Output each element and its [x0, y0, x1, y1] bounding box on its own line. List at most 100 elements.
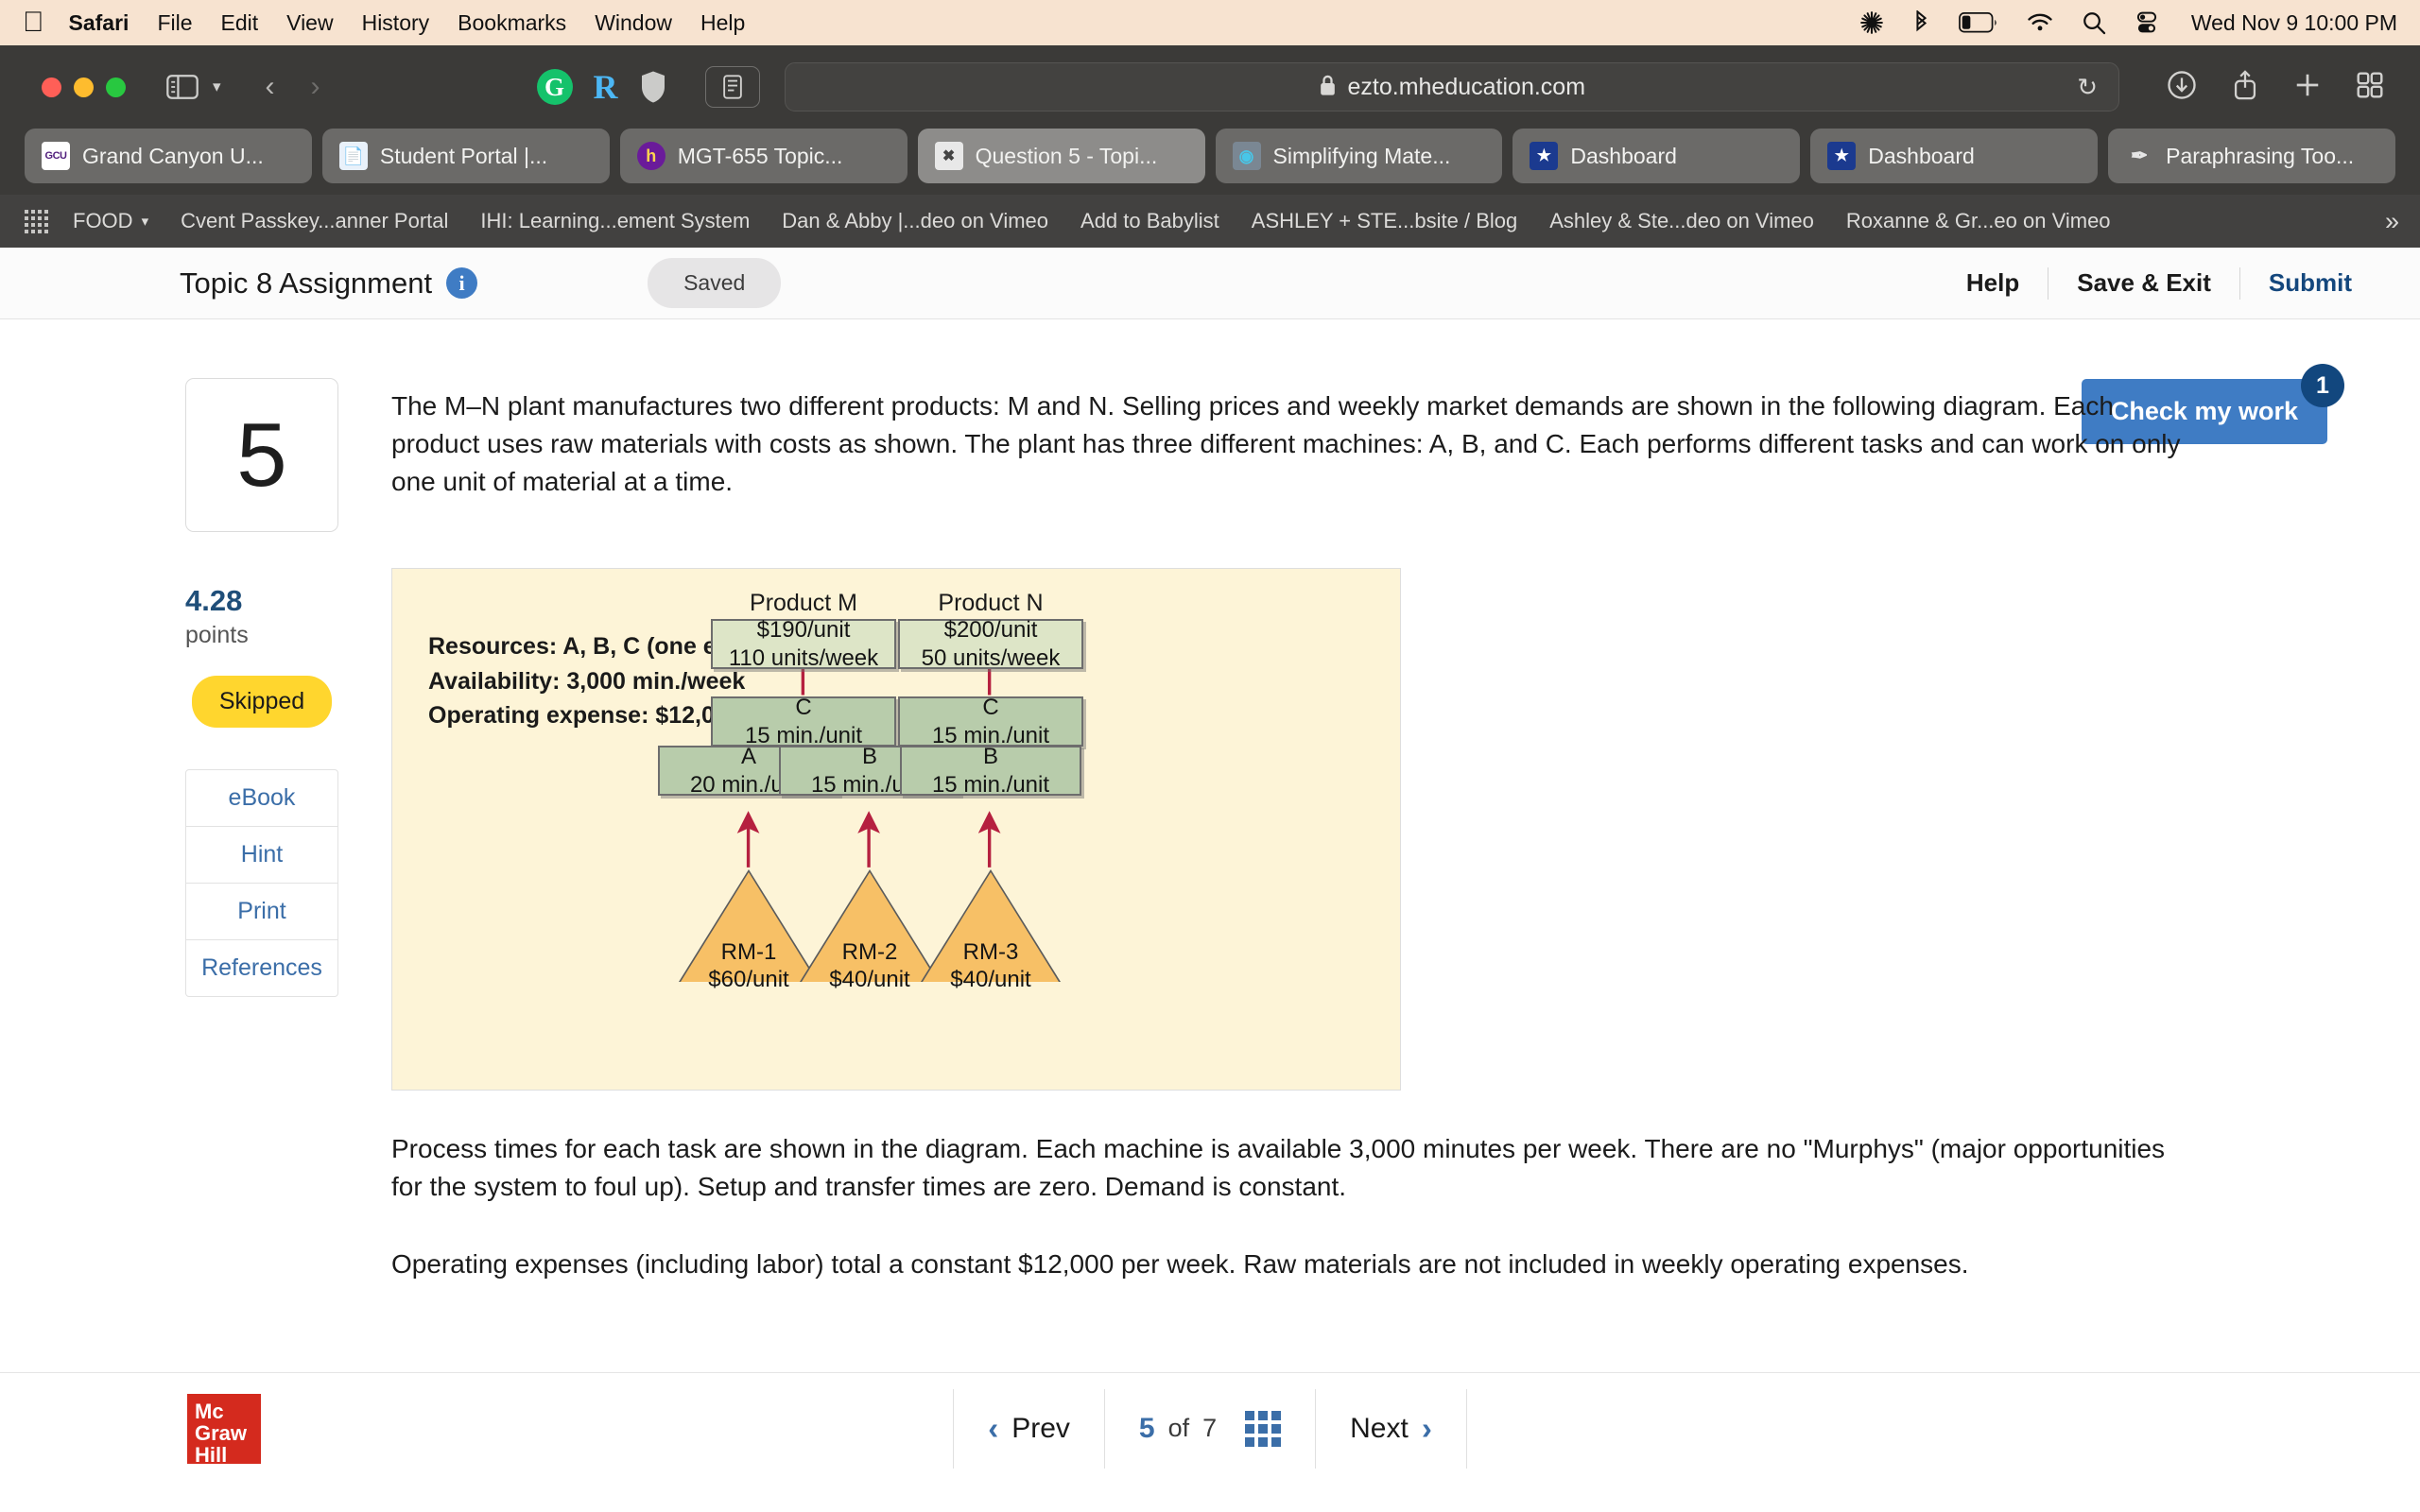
page-title: Topic 8 Assignment	[180, 266, 433, 300]
prev-button[interactable]: ‹ Prev	[953, 1388, 1104, 1469]
gcu-icon: GCU	[42, 142, 70, 170]
zoom-button[interactable]	[106, 77, 126, 97]
machine-c-left-name: C	[795, 695, 812, 721]
tab-question-5[interactable]: ✖ Question 5 - Topi...	[917, 129, 1205, 183]
tab-title: Question 5 - Topi...	[975, 143, 1158, 168]
tab-title: Paraphrasing Too...	[2166, 143, 2355, 168]
apps-grid-icon[interactable]	[25, 209, 48, 233]
assignment-header: Topic 8 Assignment i Saved Help Save & E…	[0, 248, 2420, 319]
wifi-icon[interactable]	[2027, 12, 2053, 33]
tab-title: Student Portal |...	[379, 143, 548, 168]
bookmark-ashley-ste-blog[interactable]: ASHLEY + STE...bsite / Blog	[1252, 209, 1517, 233]
tab-paraphrasing[interactable]: ✒ Paraphrasing Too...	[2108, 129, 2395, 183]
question-content: Check my work 1 5 4.28 points Skipped eB…	[0, 319, 2420, 1372]
menu-item-edit[interactable]: Edit	[221, 10, 259, 36]
references-button[interactable]: References	[186, 940, 337, 996]
print-button[interactable]: Print	[186, 884, 337, 940]
downloads-icon[interactable]	[2167, 70, 2197, 105]
ebook-button[interactable]: eBook	[186, 770, 337, 827]
question-sidebar: 5 4.28 points Skipped eBook Hint Print R…	[185, 378, 338, 997]
control-center-icon[interactable]	[2135, 10, 2159, 35]
tab-dashboard-2[interactable]: ★ Dashboard	[1810, 129, 2099, 183]
tab-student-portal[interactable]: 📄 Student Portal |...	[321, 129, 610, 183]
question-body: The M–N plant manufactures two different…	[391, 387, 2193, 1283]
window-controls	[42, 77, 126, 97]
battery-icon[interactable]	[1958, 11, 1998, 34]
close-button[interactable]	[42, 77, 61, 97]
menu-bar-clock[interactable]: Wed Nov 9 10:00 PM	[2191, 10, 2397, 36]
bluetooth-icon[interactable]	[1912, 9, 1930, 36]
bookmark-roxanne[interactable]: Roxanne & Gr...eo on Vimeo	[1846, 209, 2111, 233]
bookmark-ashley-ste-vimeo[interactable]: Ashley & Ste...deo on Vimeo	[1549, 209, 1814, 233]
new-tab-icon[interactable]	[2293, 71, 2322, 104]
page-indicator: 5 of 7	[1103, 1388, 1315, 1469]
tab-title: MGT-655 Topic...	[677, 143, 843, 168]
question-paragraph-3: Operating expenses (including labor) tot…	[391, 1248, 1969, 1279]
assignment-footer: Mc Graw Hill ‹ Prev 5 of 7 Next ›	[0, 1372, 2420, 1484]
address-bar[interactable]: ezto.mheducation.com ↻	[784, 62, 2119, 112]
bookmark-babylist[interactable]: Add to Babylist	[1080, 209, 1219, 233]
product-m-demand: 110 units/week	[728, 644, 879, 671]
menu-item-help[interactable]: Help	[700, 10, 745, 36]
forward-button[interactable]: ›	[293, 71, 338, 103]
product-m-price: $190/unit	[756, 617, 851, 644]
hint-button[interactable]: Hint	[186, 827, 337, 884]
bookmark-ihi[interactable]: IHI: Learning...ement System	[480, 209, 750, 233]
address-bar-content: ezto.mheducation.com	[1319, 73, 1586, 101]
total-pages: 7	[1202, 1414, 1218, 1442]
rm3-name: RM-3	[962, 939, 1019, 966]
status-badge: Saved	[648, 258, 782, 308]
menu-item-view[interactable]: View	[286, 10, 333, 36]
bookmark-food[interactable]: FOOD ▾	[73, 209, 148, 233]
back-button[interactable]: ‹	[248, 71, 293, 103]
bookmarks-bar: FOOD ▾ Cvent Passkey...anner Portal IHI:…	[0, 195, 2420, 248]
machine-c-right-box: C 15 min./unit	[898, 695, 1083, 748]
tab-overview-icon[interactable]	[2356, 71, 2384, 104]
tab-simplifying[interactable]: ◉ Simplifying Mate...	[1215, 129, 1503, 183]
bookmark-label: FOOD	[73, 209, 133, 232]
r-extension-icon[interactable]: R	[594, 70, 618, 104]
reload-icon[interactable]: ↻	[2077, 73, 2098, 102]
bookmark-cvent[interactable]: Cvent Passkey...anner Portal	[181, 209, 448, 233]
tab-grand-canyon[interactable]: GCU Grand Canyon U...	[25, 129, 312, 183]
tab-dashboard-1[interactable]: ★ Dashboard	[1512, 129, 1801, 183]
menu-item-history[interactable]: History	[362, 10, 430, 36]
submit-button[interactable]: Submit	[2240, 268, 2380, 298]
grammarly-icon[interactable]: G	[536, 69, 573, 105]
product-n-label: Product N	[938, 590, 1044, 617]
star-shield-icon: ★	[1530, 142, 1559, 170]
next-button[interactable]: Next ›	[1315, 1388, 1467, 1469]
search-icon[interactable]	[2082, 10, 2106, 35]
help-button[interactable]: Help	[1938, 268, 2048, 298]
machine-b2-box: B 15 min./unit	[900, 744, 1081, 798]
chevron-down-icon[interactable]: ▾	[213, 77, 221, 96]
macos-menu-bar:  Safari File Edit View History Bookmark…	[0, 0, 2420, 45]
shield-icon[interactable]	[639, 70, 667, 104]
reader-icon[interactable]	[704, 66, 760, 108]
question-paragraph-2: Process times for each task are shown in…	[391, 1134, 2166, 1201]
chevron-down-icon: ▾	[141, 214, 149, 230]
url-text: ezto.mheducation.com	[1347, 73, 1586, 100]
machine-c-left-box: C 15 min./unit	[711, 695, 896, 748]
question-grid-icon[interactable]	[1245, 1410, 1282, 1447]
menu-item-window[interactable]: Window	[595, 10, 672, 36]
machine-c-right-name: C	[982, 695, 999, 721]
tab-title: Dashboard	[1868, 143, 1975, 168]
info-icon[interactable]: i	[446, 267, 478, 299]
menu-item-safari[interactable]: Safari	[69, 10, 130, 36]
bookmark-dan-abby[interactable]: Dan & Abby |...deo on Vimeo	[782, 209, 1048, 233]
save-exit-button[interactable]: Save & Exit	[2048, 268, 2239, 298]
minimize-button[interactable]	[74, 77, 94, 97]
halo-icon: h	[636, 142, 666, 170]
bookmarks-overflow-icon[interactable]: »	[2385, 207, 2399, 236]
sidebar-icon[interactable]	[164, 71, 201, 103]
prev-label: Prev	[1011, 1412, 1070, 1444]
menu-item-file[interactable]: File	[157, 10, 192, 36]
menu-item-bookmarks[interactable]: Bookmarks	[458, 10, 566, 36]
asterisk-icon[interactable]	[1859, 10, 1884, 35]
apple-icon[interactable]: 	[23, 9, 44, 37]
tab-mgt-655[interactable]: h MGT-655 Topic...	[619, 129, 908, 183]
share-icon[interactable]	[2231, 69, 2259, 106]
browser-chrome: ▾ ‹ › G R ezto.mheducation.com ↻ GCU Gra…	[0, 45, 2420, 248]
of-label: of	[1167, 1414, 1190, 1442]
